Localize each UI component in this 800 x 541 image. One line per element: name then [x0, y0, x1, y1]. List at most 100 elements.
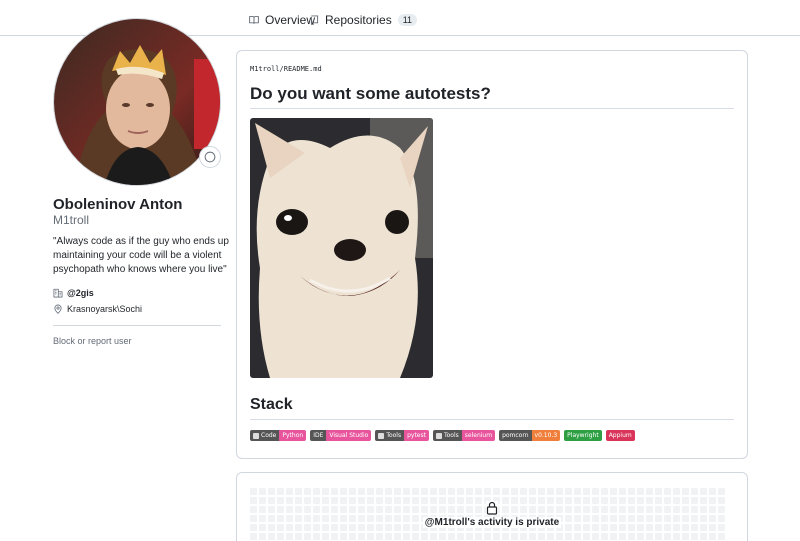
profile-name: Oboleninov Anton	[53, 196, 183, 213]
contribution-cell	[250, 533, 257, 540]
contribution-cell	[268, 488, 275, 495]
contribution-cell	[691, 488, 698, 495]
contribution-cell	[448, 488, 455, 495]
contribution-cell	[529, 533, 536, 540]
bio-line: maintaining your code will be a violent	[53, 250, 222, 261]
contribution-cell	[556, 488, 563, 495]
readme-heading: Do you want some autotests?	[250, 84, 491, 103]
contribution-cell	[304, 488, 311, 495]
contribution-cell	[268, 533, 275, 540]
activity-card: @M1troll's activity is private	[236, 472, 748, 541]
location-icon	[54, 304, 62, 314]
organization-icon	[53, 288, 63, 298]
contribution-cell	[565, 533, 572, 540]
readme-owner-link[interactable]: M1troll	[250, 65, 280, 73]
contribution-cell	[619, 533, 626, 540]
book-icon	[249, 16, 259, 24]
contribution-cell	[421, 533, 428, 540]
badge-playwright[interactable]: Playwright	[564, 430, 602, 441]
badge-python[interactable]: Code Python	[250, 430, 307, 441]
contribution-cell	[673, 533, 680, 540]
badge-label: IDE	[313, 432, 324, 439]
contribution-cell	[556, 533, 563, 540]
contribution-cell	[592, 533, 599, 540]
contribution-cell	[466, 488, 473, 495]
tab-overview[interactable]: Overview	[249, 13, 315, 27]
contribution-cell	[439, 488, 446, 495]
bio-line: "Always code as if the guy who ends up	[53, 236, 229, 247]
badge-selenium[interactable]: Tools selenium	[432, 430, 496, 441]
contribution-cell	[601, 488, 608, 495]
contribution-cell	[664, 533, 671, 540]
contribution-cell	[358, 488, 365, 495]
contribution-cell	[457, 533, 464, 540]
block-report-link[interactable]: Block or report user	[53, 336, 132, 346]
contribution-cell	[565, 488, 572, 495]
contribution-cell	[250, 488, 257, 495]
contribution-cell	[475, 533, 482, 540]
contribution-cell	[502, 488, 509, 495]
badge-value: Python	[279, 430, 307, 441]
contribution-cell	[259, 488, 266, 495]
contribution-cell	[403, 533, 410, 540]
contribution-cell	[394, 533, 401, 540]
contribution-cell	[583, 488, 590, 495]
contribution-cell	[547, 488, 554, 495]
contribution-cell	[700, 533, 707, 540]
contribution-cell	[313, 488, 320, 495]
smiley-icon	[204, 151, 216, 163]
heading-divider	[250, 108, 734, 109]
contribution-cell	[610, 488, 617, 495]
readme-file-link[interactable]: README.md	[284, 65, 322, 73]
contribution-cell	[277, 533, 284, 540]
activity-private-text: @M1troll's activity is private	[422, 517, 562, 528]
tab-repositories-label: Repositories	[325, 13, 392, 27]
badge-appium[interactable]: Appium	[605, 430, 635, 441]
avatar[interactable]	[53, 18, 221, 186]
contribution-cell	[709, 488, 716, 495]
contribution-cell	[718, 488, 725, 495]
chihuahua-image	[250, 118, 433, 378]
badge-value: Visual Studio	[326, 430, 372, 441]
contribution-cell	[457, 488, 464, 495]
stack-heading: Stack	[250, 396, 293, 413]
badge-value: Appium	[605, 430, 635, 441]
repo-icon	[310, 15, 319, 25]
set-status-button[interactable]	[199, 146, 221, 168]
contribution-cell	[412, 533, 419, 540]
contribution-cell	[637, 533, 644, 540]
contribution-cell	[367, 533, 374, 540]
contribution-cell	[682, 488, 689, 495]
tab-repositories[interactable]: Repositories 11	[310, 13, 418, 27]
readme-card: M1troll/README.md Do you want some autot…	[236, 50, 748, 459]
contribution-cell	[349, 533, 356, 540]
contribution-cell	[412, 488, 419, 495]
contribution-cell	[700, 488, 707, 495]
badge-pytest[interactable]: Tools pytest	[375, 430, 429, 441]
contribution-cell	[538, 533, 545, 540]
badge-visual-studio[interactable]: IDE Visual Studio	[310, 430, 372, 441]
contribution-cell	[673, 488, 680, 495]
contribution-cell	[520, 533, 527, 540]
contribution-cell	[358, 533, 365, 540]
contribution-cell	[574, 488, 581, 495]
contribution-cell	[331, 533, 338, 540]
contribution-cell	[259, 533, 266, 540]
badge-pomcorn[interactable]: pomcorn v0.10.3	[499, 430, 561, 441]
contribution-cell	[493, 488, 500, 495]
profile-organization[interactable]: @2gis	[53, 288, 94, 298]
contribution-cell	[529, 488, 536, 495]
lock-icon	[486, 501, 498, 515]
contribution-cell	[295, 488, 302, 495]
contribution-cell	[691, 533, 698, 540]
profile-location: Krasnoyarsk\Sochi	[53, 304, 142, 314]
tab-overview-label: Overview	[265, 13, 316, 27]
badge-label: Tools	[386, 432, 402, 439]
contribution-cell	[682, 533, 689, 540]
badge-label: Code	[261, 432, 277, 439]
contribution-cell	[520, 488, 527, 495]
contribution-cell	[466, 533, 473, 540]
contribution-cell	[322, 533, 329, 540]
badge-value: selenium	[461, 430, 496, 441]
contribution-cell	[439, 533, 446, 540]
